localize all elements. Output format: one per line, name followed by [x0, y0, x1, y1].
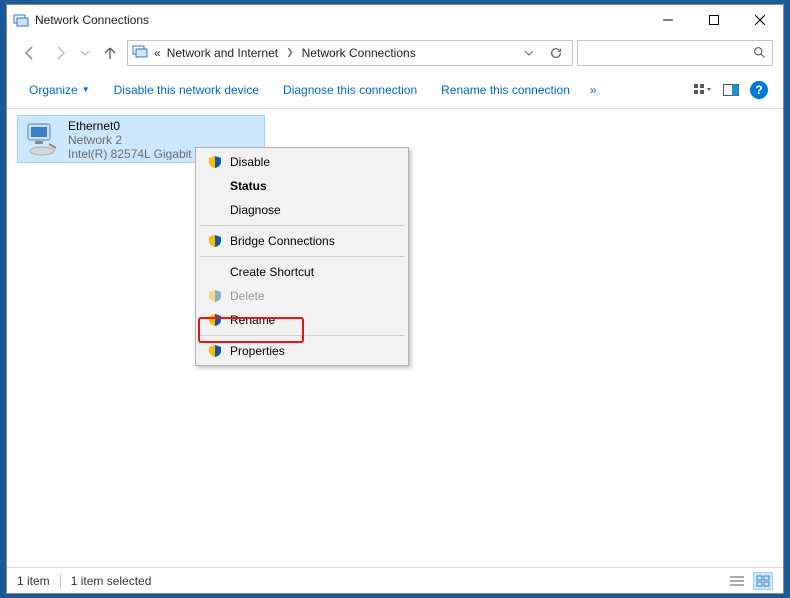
menu-properties-label: Properties: [230, 344, 285, 358]
connection-adapter: Intel(R) 82574L Gigabit: [68, 147, 192, 160]
rename-connection-button[interactable]: Rename this connection: [429, 76, 582, 104]
titlebar: Network Connections: [7, 5, 783, 35]
context-menu: Disable Status Diagnose Bridge Connectio…: [195, 147, 409, 366]
connection-name: Ethernet0: [68, 119, 192, 133]
details-view-button[interactable]: [727, 572, 747, 590]
refresh-button[interactable]: [544, 40, 568, 66]
disable-device-button[interactable]: Disable this network device: [102, 76, 271, 104]
maximize-button[interactable]: [691, 5, 737, 35]
menu-separator: [200, 225, 404, 226]
help-icon: ?: [750, 81, 768, 99]
menu-bridge-label: Bridge Connections: [230, 234, 335, 248]
chevron-down-icon: ▼: [82, 85, 90, 94]
breadcrumb-parent[interactable]: Network and Internet: [167, 46, 278, 60]
up-button[interactable]: [97, 40, 123, 66]
search-icon[interactable]: [746, 46, 772, 59]
close-button[interactable]: [737, 5, 783, 35]
breadcrumb-icon: [132, 43, 148, 62]
address-dropdown-button[interactable]: [520, 40, 538, 66]
status-selected-count: 1 item selected: [71, 574, 152, 588]
command-bar: Organize ▼ Disable this network device D…: [7, 71, 783, 109]
content-area[interactable]: Ethernet0 Network 2 Intel(R) 82574L Giga…: [7, 109, 783, 567]
view-options-button[interactable]: [689, 83, 717, 97]
menu-separator: [200, 256, 404, 257]
status-separator: [60, 574, 61, 588]
menu-rename[interactable]: Rename: [198, 308, 406, 332]
search-box[interactable]: [577, 40, 773, 66]
menu-disable[interactable]: Disable: [198, 150, 406, 174]
app-icon: [13, 12, 29, 28]
back-button[interactable]: [17, 40, 43, 66]
large-icons-view-button[interactable]: [753, 572, 773, 590]
minimize-button[interactable]: [645, 5, 691, 35]
search-input[interactable]: [578, 46, 746, 60]
window-title: Network Connections: [35, 13, 149, 27]
status-bar: 1 item 1 item selected: [7, 567, 783, 593]
connection-network: Network 2: [68, 133, 192, 147]
menu-rename-label: Rename: [230, 313, 275, 327]
shield-icon: [206, 344, 224, 358]
address-bar-row: « Network and Internet ❯ Network Connect…: [7, 35, 783, 71]
shield-icon: [206, 155, 224, 169]
status-item-count: 1 item: [17, 574, 50, 588]
menu-status[interactable]: Status: [198, 174, 406, 198]
menu-status-label: Status: [230, 179, 267, 193]
menu-create-shortcut[interactable]: Create Shortcut: [198, 260, 406, 284]
window-frame: Network Connections « Netw: [6, 4, 784, 594]
menu-diagnose[interactable]: Diagnose: [198, 198, 406, 222]
menu-delete-label: Delete: [230, 289, 265, 303]
menu-shortcut-label: Create Shortcut: [230, 265, 314, 279]
shield-icon: [206, 313, 224, 327]
menu-bridge[interactable]: Bridge Connections: [198, 229, 406, 253]
overflow-button[interactable]: »: [582, 76, 605, 104]
menu-diagnose-label: Diagnose: [230, 203, 281, 217]
menu-delete: Delete: [198, 284, 406, 308]
menu-separator: [200, 335, 404, 336]
shield-icon: [206, 234, 224, 248]
breadcrumb-current[interactable]: Network Connections: [302, 46, 416, 60]
address-bar[interactable]: « Network and Internet ❯ Network Connect…: [127, 40, 573, 66]
menu-properties[interactable]: Properties: [198, 339, 406, 363]
diagnose-connection-button[interactable]: Diagnose this connection: [271, 76, 429, 104]
chevron-right-icon[interactable]: ❯: [284, 47, 296, 58]
recent-locations-button[interactable]: [77, 40, 93, 66]
connection-text: Ethernet0 Network 2 Intel(R) 82574L Giga…: [68, 118, 192, 160]
menu-disable-label: Disable: [230, 155, 270, 169]
breadcrumb-prefix: «: [154, 46, 161, 60]
help-button[interactable]: ?: [745, 81, 773, 99]
network-adapter-icon: [22, 118, 62, 158]
organize-button[interactable]: Organize ▼: [17, 76, 102, 104]
preview-pane-button[interactable]: [717, 84, 745, 96]
shield-icon: [206, 289, 224, 303]
forward-button[interactable]: [47, 40, 73, 66]
organize-label: Organize: [29, 83, 78, 97]
